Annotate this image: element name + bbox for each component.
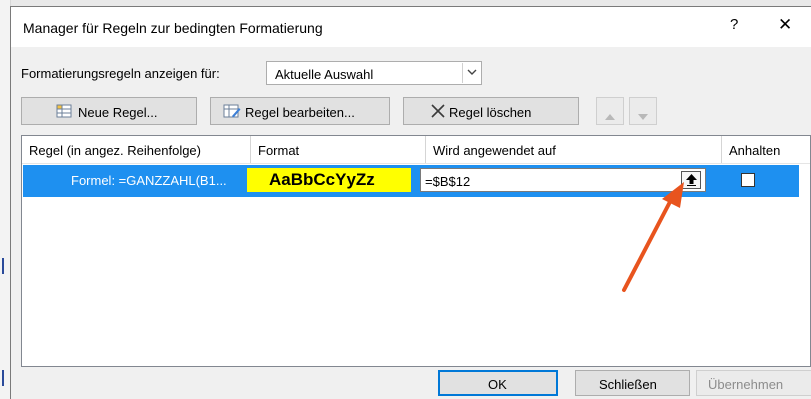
column-header-stop-if-true[interactable]: Anhalten bbox=[722, 136, 802, 163]
dialog-title: Manager für Regeln zur bedingten Formati… bbox=[23, 20, 323, 36]
edit-rule-icon bbox=[223, 103, 241, 122]
conditional-formatting-dialog: Manager für Regeln zur bedingten Formati… bbox=[10, 6, 811, 399]
delete-rule-button[interactable]: Regel löschen bbox=[403, 97, 579, 125]
column-header-rule[interactable]: Regel (in angez. Reihenfolge) bbox=[22, 136, 251, 163]
apply-label: Übernehmen bbox=[708, 377, 784, 392]
triangle-down-icon bbox=[638, 108, 648, 123]
close-button[interactable]: Schließen bbox=[575, 370, 690, 396]
delete-rule-label: Regel löschen bbox=[449, 105, 532, 120]
rules-list[interactable]: Regel (in angez. Reihenfolge) Format Wir… bbox=[21, 135, 811, 367]
arrow-up-icon bbox=[686, 174, 697, 186]
format-preview-text: AaBbCcYyZz bbox=[269, 170, 375, 189]
close-label: Schließen bbox=[599, 377, 657, 392]
stop-if-true-checkbox[interactable] bbox=[741, 173, 755, 187]
show-rules-dropdown[interactable]: Aktuelle Auswahl bbox=[266, 61, 482, 85]
edit-rule-label: Regel bearbeiten... bbox=[245, 105, 355, 120]
delete-x-icon bbox=[431, 104, 445, 121]
title-bar: Manager für Regeln zur bedingten Formati… bbox=[11, 7, 811, 47]
column-header-applies-to[interactable]: Wird angewendet auf bbox=[426, 136, 722, 163]
show-rules-label: Formatierungsregeln anzeigen für: bbox=[21, 66, 220, 81]
applies-to-value: =$B$12 bbox=[425, 174, 471, 189]
rule-row[interactable]: Formel: =GANZZAHL(B1... AaBbCcYyZz =$B$1… bbox=[23, 165, 799, 197]
ok-button[interactable]: OK bbox=[438, 370, 558, 396]
ok-label: OK bbox=[488, 377, 507, 392]
close-icon[interactable]: ✕ bbox=[778, 15, 792, 35]
apply-button[interactable]: Übernehmen bbox=[696, 370, 811, 396]
edit-rule-button[interactable]: Regel bearbeiten... bbox=[210, 97, 390, 125]
help-button[interactable]: ? bbox=[730, 16, 738, 33]
new-rule-icon bbox=[56, 103, 72, 122]
column-header-format[interactable]: Format bbox=[251, 136, 426, 163]
collapse-dialog-button[interactable] bbox=[681, 171, 701, 189]
move-up-button[interactable] bbox=[596, 97, 624, 125]
move-down-button[interactable] bbox=[629, 97, 657, 125]
applies-to-field[interactable]: =$B$12 bbox=[420, 168, 706, 192]
show-rules-value: Aktuelle Auswahl bbox=[275, 67, 374, 82]
new-rule-button[interactable]: Neue Regel... bbox=[21, 97, 197, 125]
chevron-down-icon[interactable] bbox=[462, 63, 480, 83]
triangle-up-icon bbox=[605, 108, 615, 123]
rule-formula: Formel: =GANZZAHL(B1... bbox=[71, 173, 227, 188]
format-preview: AaBbCcYyZz bbox=[247, 168, 411, 192]
new-rule-label: Neue Regel... bbox=[78, 105, 158, 120]
